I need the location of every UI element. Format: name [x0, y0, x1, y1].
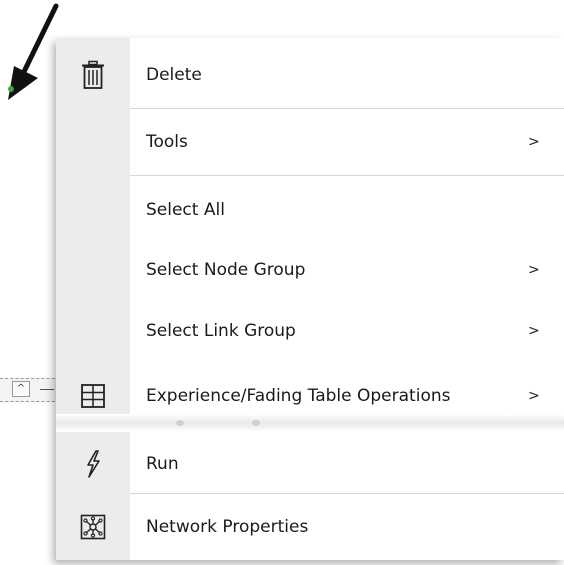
trash-icon: [82, 60, 104, 89]
context-menu: Delete Tools > Select All Select Node Gr…: [56, 38, 564, 560]
menu-item-select-node-group[interactable]: Select Node Group >: [56, 237, 564, 303]
menu-item-label: Network Properties: [146, 517, 309, 537]
menu-item-tools[interactable]: Tools >: [56, 109, 564, 175]
menu-item-label: Select Node Group: [146, 260, 306, 280]
menu-item-label: Tools: [146, 132, 188, 152]
submenu-arrow-icon: >: [528, 262, 540, 278]
menu-item-select-link-group[interactable]: Select Link Group >: [56, 298, 564, 364]
menu-item-label: Select Link Group: [146, 321, 296, 341]
scroll-up-button[interactable]: ^: [12, 381, 30, 397]
menu-item-label: Select All: [146, 200, 225, 220]
menu-item-delete[interactable]: Delete: [56, 42, 564, 108]
menu-item-network-properties[interactable]: Network Properties: [56, 494, 564, 560]
menu-item-label: Run: [146, 454, 179, 474]
lightning-icon: [87, 450, 100, 478]
node-marker: [8, 86, 14, 92]
background-scroll-bar: ^: [0, 378, 60, 402]
menu-item-select-all[interactable]: Select All: [56, 177, 564, 243]
submenu-arrow-icon: >: [528, 134, 540, 150]
menu-item-label: Delete: [146, 65, 202, 85]
menu-fade-band: [56, 414, 564, 432]
table-icon: [81, 384, 105, 408]
submenu-arrow-icon: >: [528, 323, 540, 339]
network-icon: [80, 514, 106, 540]
menu-separator: [130, 175, 564, 176]
menu-item-run[interactable]: Run: [56, 431, 564, 497]
